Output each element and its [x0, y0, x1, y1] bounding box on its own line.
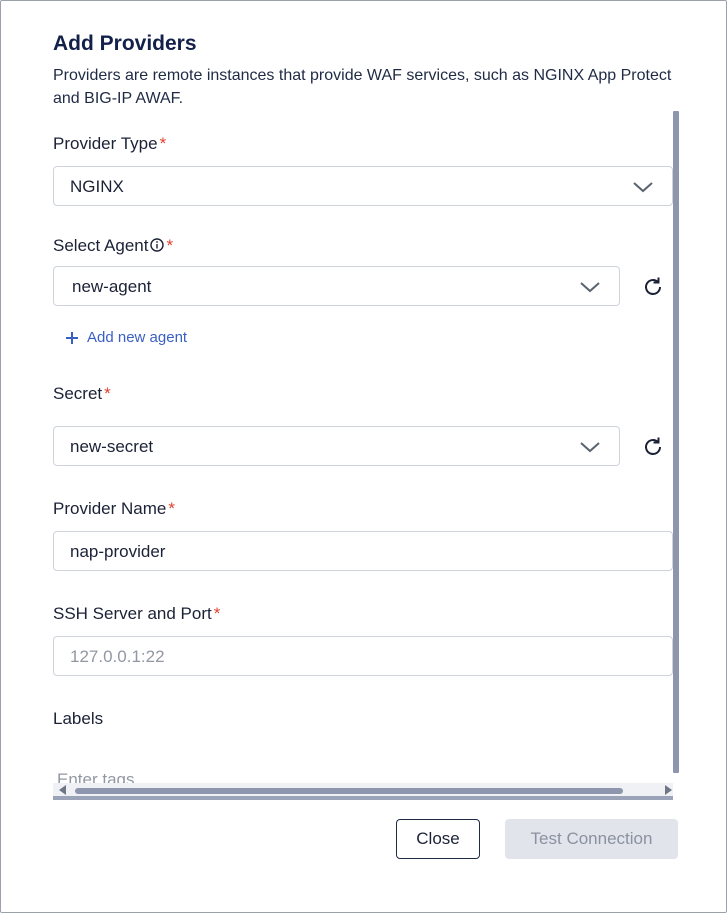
secret-label-text: Secret — [53, 384, 103, 403]
refresh-icon[interactable] — [641, 275, 665, 299]
chevron-down-icon — [580, 442, 600, 453]
horizontal-scrollbar-thumb[interactable] — [75, 788, 623, 794]
provider-name-label: Provider Name * — [53, 499, 175, 519]
ssh-server-placeholder: 127.0.0.1:22 — [70, 647, 165, 666]
required-mark: * — [104, 384, 111, 403]
secret-value: new-secret — [70, 437, 154, 456]
select-agent-label-text: Select Agent — [53, 236, 149, 255]
ssh-server-label: SSH Server and Port * — [53, 604, 220, 624]
secret-select[interactable]: new-secret — [53, 426, 620, 466]
select-agent-select[interactable]: new-agent — [53, 266, 620, 306]
provider-name-value: nap-provider — [70, 542, 166, 561]
add-new-agent-link[interactable]: Add new agent — [65, 329, 187, 346]
chevron-down-icon — [633, 182, 653, 193]
ssh-server-label-text: SSH Server and Port — [53, 604, 212, 623]
provider-type-select[interactable]: NGINX — [53, 166, 673, 206]
add-new-agent-label: Add new agent — [87, 329, 188, 346]
labels-label: Labels — [53, 709, 104, 728]
required-mark: * — [168, 499, 175, 518]
select-agent-label: Select Agent * — [53, 236, 173, 256]
test-connection-button[interactable]: Test Connection — [505, 819, 678, 859]
ssh-server-input[interactable]: 127.0.0.1:22 — [53, 636, 673, 676]
dialog-title: Add Providers — [53, 32, 197, 55]
required-mark: * — [159, 134, 167, 153]
secret-label: Secret * — [53, 384, 111, 404]
provider-type-label: Provider Type * — [53, 134, 166, 154]
scroll-left-arrow-icon[interactable] — [59, 785, 66, 795]
close-button[interactable]: Close — [396, 819, 480, 859]
dialog-description: Providers are remote instances that prov… — [53, 67, 672, 107]
scroll-right-arrow-icon[interactable] — [665, 785, 672, 795]
plus-icon — [66, 331, 78, 344]
required-mark: * — [213, 604, 221, 623]
chevron-down-icon — [580, 282, 600, 293]
vertical-scrollbar[interactable] — [673, 111, 679, 773]
tags-input[interactable]: Enter tags — [57, 769, 135, 783]
provider-name-label-text: Provider Name — [53, 499, 167, 518]
provider-name-input[interactable]: nap-provider — [53, 531, 673, 571]
provider-type-value: NGINX — [70, 177, 124, 196]
info-icon[interactable] — [150, 238, 165, 252]
required-mark: * — [166, 236, 174, 255]
refresh-icon[interactable] — [641, 435, 665, 459]
add-providers-dialog: Add Providers Providers are remote insta… — [0, 0, 727, 913]
provider-type-label-text: Provider Type — [53, 134, 158, 153]
select-agent-value: new-agent — [72, 277, 152, 296]
horizontal-scrollbar-border — [53, 796, 673, 800]
